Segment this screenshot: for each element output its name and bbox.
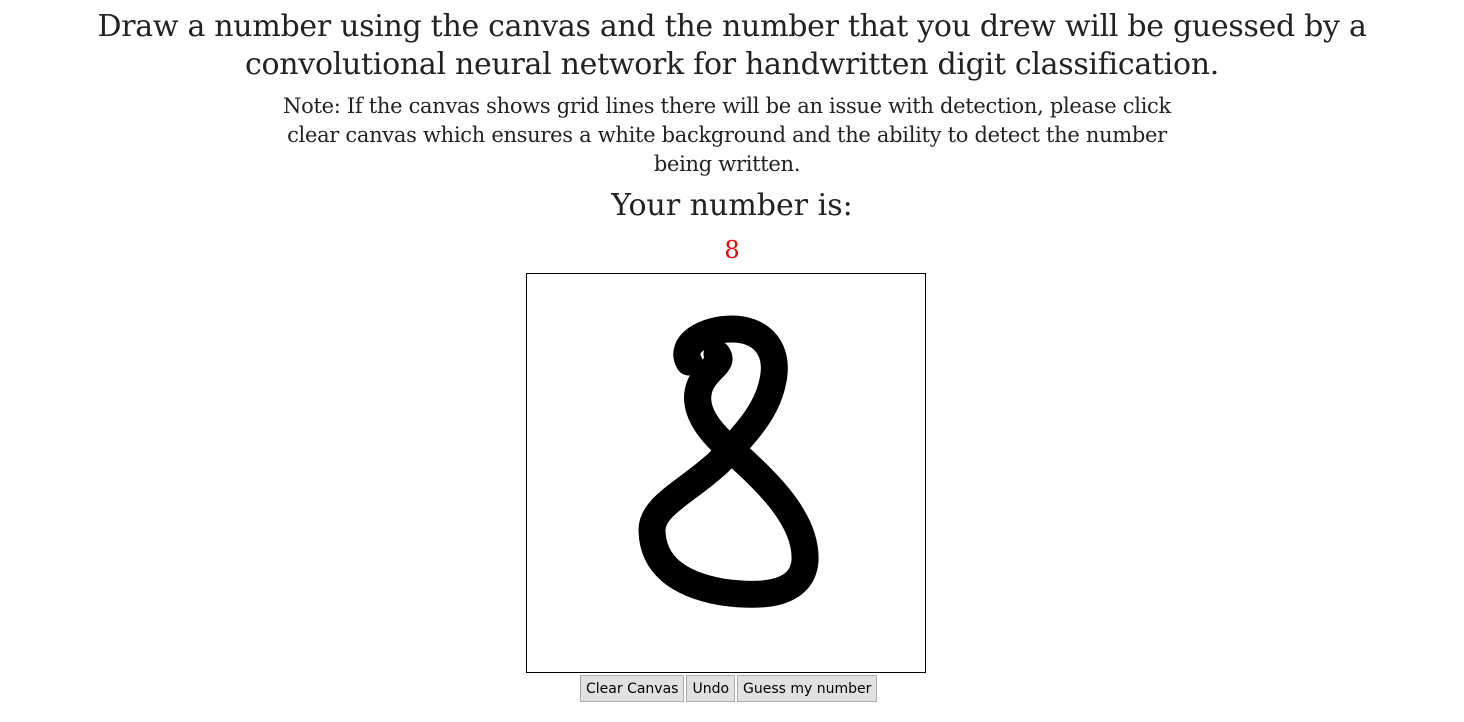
- drawing-canvas[interactable]: [526, 273, 926, 673]
- guess-number-button[interactable]: Guess my number: [737, 675, 878, 702]
- predicted-number: 8: [724, 236, 740, 264]
- canvas-controls: Clear Canvas Undo Guess my number: [580, 675, 878, 702]
- detection-note: Note: If the canvas shows grid lines the…: [283, 94, 1171, 176]
- drawing-surface[interactable]: [527, 274, 925, 672]
- page-headline: Draw a number using the canvas and the n…: [97, 9, 1367, 82]
- undo-button[interactable]: Undo: [686, 675, 736, 702]
- clear-canvas-button[interactable]: Clear Canvas: [580, 675, 685, 702]
- result-label: Your number is:: [611, 188, 853, 223]
- drawn-stroke: [638, 315, 819, 608]
